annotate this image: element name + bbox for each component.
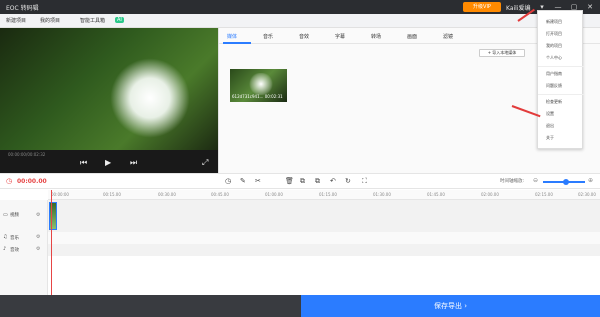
ruler-tick: 01:15.00 [319,192,337,197]
tab-transitions[interactable]: 转场 [371,33,381,40]
track-settings-icon[interactable]: ⚙ [36,246,40,252]
import-media-button[interactable]: + 导入本地媒体 [479,49,525,57]
ruler-tick: 00:15.00 [103,192,121,197]
smart-toolbox-button[interactable]: 智能工具箱 [80,17,105,24]
menu-item-exit[interactable]: 退出 [546,123,554,129]
clip-label: 612d731c941... 00:02:31 [232,94,283,99]
preview-controls: 00:00:00/00:02:32 ⏮ ▶ ⏭ ⤢ [0,150,218,173]
menu-item-personal-center[interactable]: 个人中心 [546,55,562,61]
preview-panel: 00:00:00/00:02:32 ⏮ ▶ ⏭ ⤢ [0,28,218,173]
ruler-tick: 00:45.00 [211,192,229,197]
save-export-button[interactable]: 保存导出 › [301,295,600,317]
video-track-label: 视频 [10,213,19,218]
app-window: EOC 转码辑 升级VIP Kaili爱编 ▾ — ▢ ✕ 新建项目 我的项目 … [0,0,600,317]
undo-tool-icon[interactable]: ↶ [330,177,336,185]
clock-icon: ◷ [6,177,13,185]
ruler-tick: 02:30.00 [578,192,596,197]
menu-item-open-project[interactable]: 打开项目 [546,31,562,37]
sfx-track-header: ♪ 音效 ⚙ [0,244,48,295]
music-track-label: 音乐 [10,236,19,241]
new-project-button[interactable]: 新建项目 [6,17,26,24]
track-settings-icon[interactable]: ⚙ [36,212,40,218]
ruler-tick: 01:30.00 [373,192,391,197]
title-bar: EOC 转码辑 升级VIP Kaili爱编 ▾ — ▢ ✕ [0,0,600,14]
sfx-track-label: 音效 [10,248,19,253]
tab-sound-effects[interactable]: 音效 [299,33,309,40]
cut-tool-icon[interactable]: ✂ [255,177,261,185]
menu-divider [538,66,584,67]
menu-item-user-guide[interactable]: 用户指南 [546,71,562,77]
video-track[interactable] [48,200,600,232]
copy-tool-icon[interactable]: ⧉ [300,177,305,186]
redo-tool-icon[interactable]: ↻ [345,177,351,185]
previous-frame-icon[interactable]: ⏮ [80,158,87,168]
timeline-toolbar: ◷ 00:00.00 ◷ ✎ ✂ 🗑 ⧉ ⧉ ↶ ↻ ⛶ 时间轴缩放: ⊖ ⊕ [0,173,600,189]
clip-flowers-image [248,73,274,95]
music-track-icon: ♫ [3,234,8,240]
main-dropdown-menu: 新建项目 打开项目 我的项目 个人中心 用户指南 问题反馈 检查更新 设置 退出… [537,10,584,149]
video-track-icon: ▭ [3,212,8,218]
upgrade-vip-button[interactable]: 升级VIP [463,2,501,12]
preview-video[interactable] [0,28,218,150]
menu-item-new-project[interactable]: 新建项目 [546,19,562,25]
ruler-tick: 02:00.00 [481,192,499,197]
ruler-tick: 02:15.00 [535,192,553,197]
edit-tool-icon[interactable]: ✎ [240,177,246,185]
ai-badge: AI [115,17,124,23]
preview-time: 00:00:00/00:02:32 [8,152,46,157]
zoom-out-icon[interactable]: ⊖ [533,177,538,184]
menu-item-about[interactable]: 关于 [546,135,554,141]
next-frame-icon[interactable]: ⏭ [130,158,137,168]
user-name[interactable]: Kaili爱编 [506,3,531,12]
menu-item-check-updates[interactable]: 检查更新 [546,99,562,105]
zoom-slider-thumb[interactable] [563,179,569,185]
app-title: EOC 转码辑 [6,5,39,12]
zoom-in-icon[interactable]: ⊕ [588,177,593,184]
tab-subtitles[interactable]: 字幕 [335,33,345,40]
ruler-tick: 01:45.00 [427,192,445,197]
menu-divider [538,94,584,95]
media-clip-thumbnail[interactable]: 612d731c941... 00:02:31 [230,69,287,102]
menu-item-settings[interactable]: 设置 [546,111,554,117]
main-toolbar: 新建项目 我的项目 智能工具箱 AI [0,14,600,28]
track-settings-icon[interactable]: ⚙ [36,234,40,240]
tab-media[interactable]: 媒体 [227,33,237,40]
play-icon[interactable]: ▶ [105,158,111,168]
ai-frame-tool-icon[interactable]: ⛶ [362,177,367,186]
tab-filters[interactable]: 滤镜 [443,33,453,40]
ruler-tick: 00:00:00 [51,192,69,197]
zoom-label: 时间轴缩放: [500,179,525,184]
timeline-empty-area[interactable] [48,256,600,295]
menu-item-feedback[interactable]: 问题反馈 [546,83,562,89]
ruler-tick: 01:00.00 [265,192,283,197]
tab-overlay[interactable]: 画面 [407,33,417,40]
close-icon[interactable]: ✕ [585,2,595,12]
speed-tool-icon[interactable]: ◷ [225,177,231,185]
timeline-playhead[interactable] [51,190,52,295]
my-projects-button[interactable]: 我的项目 [40,17,60,24]
timeline-current-time: 00:00.00 [17,178,47,185]
preview-flowers-image [110,58,190,138]
ruler-tick: 00:30.00 [158,192,176,197]
tab-music[interactable]: 音乐 [263,33,273,40]
menu-item-my-projects[interactable]: 我的项目 [546,43,562,49]
sfx-track[interactable] [48,244,600,256]
timeline-ruler[interactable]: 00:00:00 00:15.00 00:30.00 00:45.00 01:0… [48,190,600,200]
active-tab-indicator [223,42,251,44]
music-track[interactable] [48,232,600,244]
delete-tool-icon[interactable]: 🗑 [285,177,294,185]
video-track-header: ▭ 视频 ⚙ [0,200,48,232]
sfx-track-icon: ♪ [3,246,7,252]
music-track-header: ♫ 音乐 ⚙ [0,232,48,244]
crop-tool-icon[interactable]: ⧉ [315,177,320,186]
fullscreen-icon[interactable]: ⤢ [202,158,208,168]
